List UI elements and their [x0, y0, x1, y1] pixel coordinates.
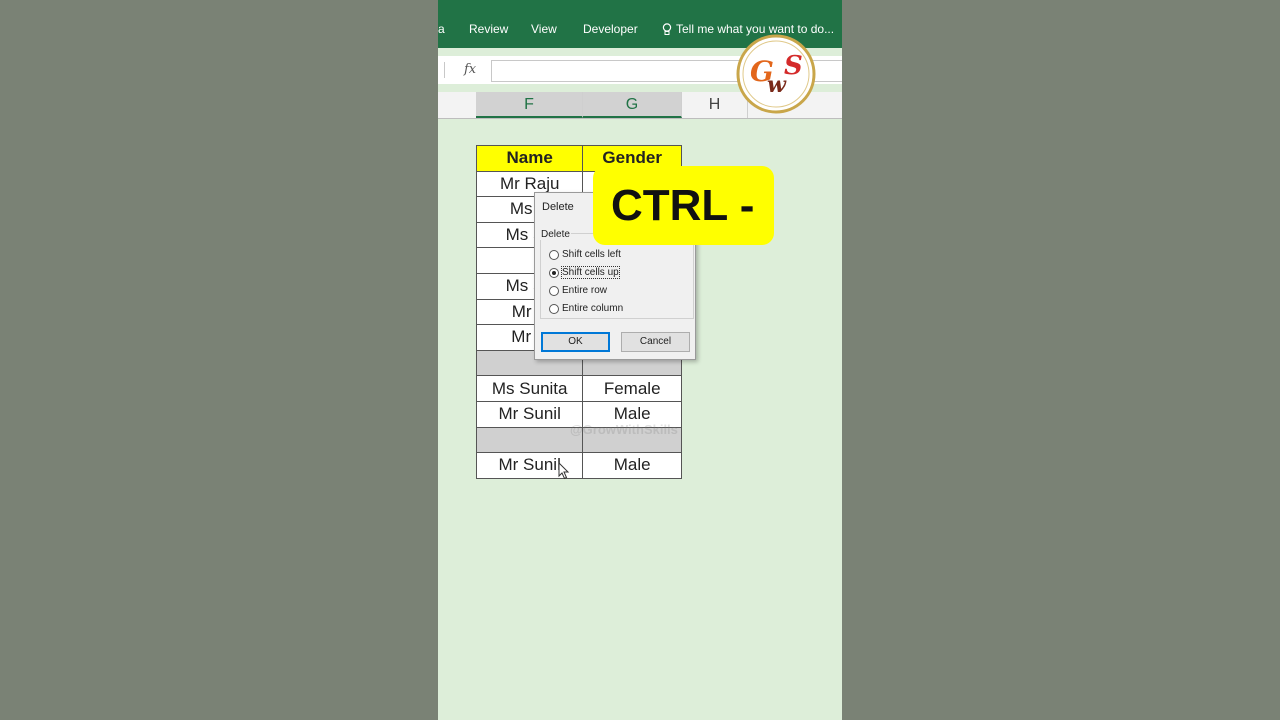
header-name-cell[interactable]: Name [475, 145, 584, 172]
cancel-button[interactable]: Cancel [621, 332, 690, 352]
table-row: Ms Sunita Female [475, 375, 682, 402]
option-label: Entire column [562, 303, 624, 314]
video-frame: a Review View Developer Tell me what you… [438, 0, 842, 720]
column-header-f[interactable]: F [476, 92, 583, 118]
name-box-edge [438, 62, 445, 78]
lightbulb-icon [662, 22, 672, 35]
dialog-group-label: Delete [540, 229, 571, 240]
tab-formulas[interactable]: a [438, 22, 445, 36]
option-label: Entire row [562, 285, 608, 296]
watermark-text: @GrowWithSkills [570, 422, 678, 437]
tab-review[interactable]: Review [469, 22, 508, 36]
option-shift-cells-up[interactable]: Shift cells up [549, 266, 620, 279]
radio-shift-cells-left[interactable] [549, 249, 559, 260]
option-label: Shift cells up [561, 266, 620, 279]
name-cell[interactable]: Ms Sunita [475, 375, 584, 402]
radio-entire-column[interactable] [549, 303, 559, 314]
ok-button[interactable]: OK [541, 332, 610, 352]
dialog-title: Delete [542, 201, 574, 213]
table-row: Mr Sunil Male [475, 452, 682, 479]
option-label: Shift cells left [562, 249, 621, 260]
name-cell[interactable]: Mr Sunil [475, 400, 584, 428]
option-entire-row[interactable]: Entire row [549, 285, 607, 296]
channel-logo: G w S [736, 34, 816, 114]
shortcut-badge: CTRL - [593, 166, 774, 245]
insert-function-icon[interactable]: fx [464, 62, 476, 77]
svg-text:S: S [784, 51, 803, 81]
mouse-cursor-icon [558, 462, 570, 480]
gender-cell[interactable]: Female [582, 375, 682, 402]
option-shift-cells-left[interactable]: Shift cells left [549, 249, 621, 260]
gender-cell[interactable]: Male [582, 452, 682, 479]
column-header-g[interactable]: G [583, 92, 682, 118]
radio-entire-row[interactable] [549, 285, 559, 296]
radio-shift-cells-up[interactable] [549, 267, 559, 278]
option-entire-column[interactable]: Entire column [549, 303, 623, 314]
name-cell[interactable] [475, 426, 584, 454]
tab-developer[interactable]: Developer [583, 22, 638, 36]
tab-view[interactable]: View [531, 22, 557, 36]
